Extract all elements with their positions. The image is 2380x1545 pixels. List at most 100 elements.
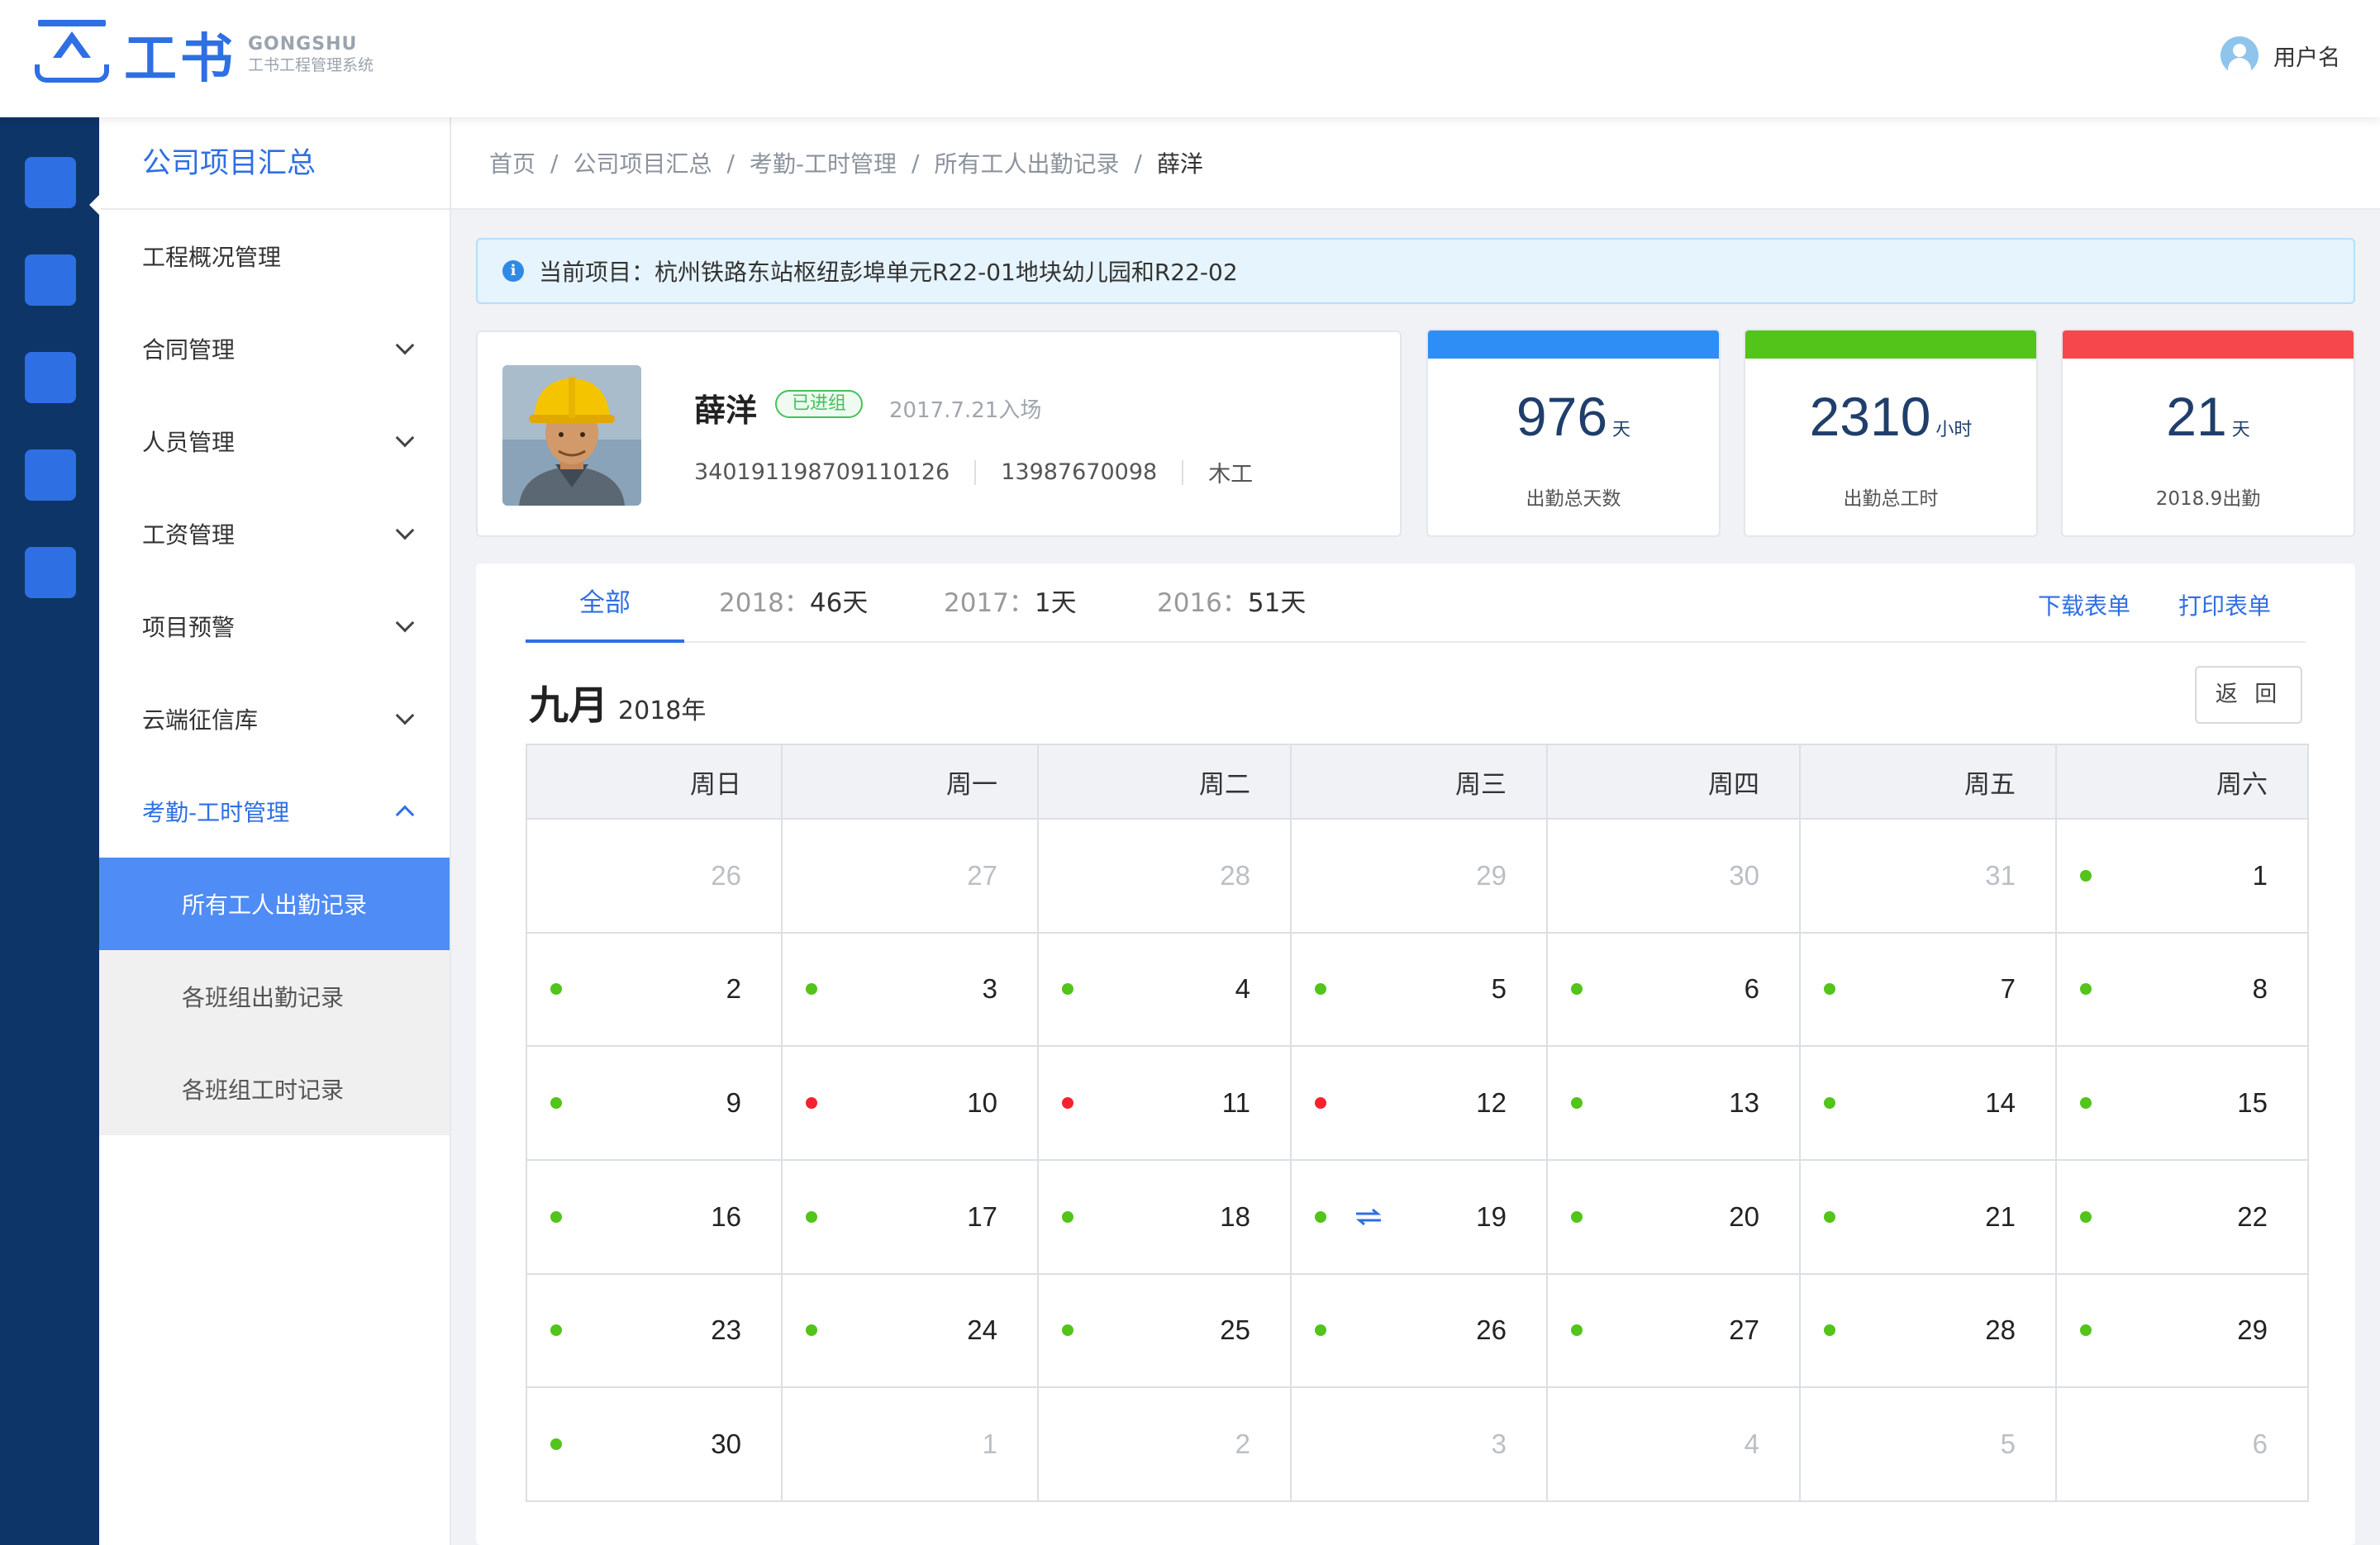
calendar-day-other-month[interactable]: 5: [1799, 1386, 2057, 1502]
back-button[interactable]: 返 回: [2195, 666, 2302, 724]
sidebar-item-label: 考勤-工时管理: [142, 799, 290, 826]
sidebar-item-label: 合同管理: [142, 336, 236, 364]
calendar-day[interactable]: 24: [781, 1272, 1039, 1389]
sidebar-item-attendance[interactable]: 考勤-工时管理: [99, 765, 450, 858]
sidebar-item-personnel[interactable]: 人员管理: [99, 395, 450, 487]
info-icon: i: [502, 260, 524, 282]
calendar-day[interactable]: 20: [1546, 1158, 1801, 1275]
calendar-day-other-month[interactable]: 27: [781, 818, 1039, 934]
tab-all[interactable]: 全部: [526, 563, 684, 643]
submenu-item-team-attendance[interactable]: 各班组出勤记录: [99, 950, 450, 1043]
calendar-day-other-month[interactable]: 2: [1037, 1386, 1292, 1502]
calendar-day[interactable]: 5: [1290, 931, 1548, 1048]
weekday-header: 周四: [1546, 744, 1801, 820]
day-number: 13: [1729, 1087, 1759, 1119]
calendar-day-other-month[interactable]: 28: [1037, 818, 1292, 934]
calendar-day[interactable]: 27: [1546, 1272, 1801, 1389]
tab-2017[interactable]: 2017：1天: [944, 563, 1077, 643]
present-dot: [1571, 1324, 1583, 1337]
rail-app-icon-4[interactable]: [25, 449, 76, 501]
chevron-down-icon: [395, 428, 415, 448]
calendar-day[interactable]: 19: [1290, 1158, 1548, 1275]
tab-2016[interactable]: 2016：51天: [1157, 563, 1306, 643]
calendar-day-other-month[interactable]: 6: [2055, 1386, 2309, 1502]
calendar-day[interactable]: 7: [1799, 931, 2057, 1048]
chevron-down-icon: [395, 613, 415, 633]
calendar-day[interactable]: 3: [781, 931, 1039, 1048]
day-number: 30: [1729, 859, 1759, 891]
day-number: 1: [982, 1429, 997, 1460]
rail-app-icon-3[interactable]: [25, 352, 76, 403]
sidebar-item-contracts[interactable]: 合同管理: [99, 302, 450, 395]
calendar-day[interactable]: 22: [2055, 1158, 2309, 1275]
breadcrumb-attendance[interactable]: 考勤-工时管理: [750, 146, 897, 179]
calendar-day-other-month[interactable]: 30: [1546, 818, 1801, 934]
brand-logo[interactable]: 工书 GONGSHU 工书工程管理系统: [35, 20, 374, 90]
calendar-day[interactable]: 26: [1290, 1272, 1548, 1389]
user-menu[interactable]: 用户名: [2221, 36, 2340, 74]
rail-app-icon-5[interactable]: [25, 547, 76, 598]
calendar-day[interactable]: 23: [526, 1272, 783, 1389]
day-number: 23: [711, 1314, 741, 1346]
present-dot: [2080, 983, 2092, 996]
calendar-day[interactable]: 21: [1799, 1158, 2057, 1275]
calendar-day[interactable]: 1: [2055, 818, 2309, 934]
day-number: 24: [967, 1314, 997, 1346]
day-number: 12: [1476, 1087, 1507, 1119]
calendar-day[interactable]: 17: [781, 1158, 1039, 1275]
calendar-day[interactable]: 18: [1037, 1158, 1292, 1275]
sidebar-item-project-overview[interactable]: 工程概况管理: [99, 210, 450, 302]
breadcrumb-company-projects[interactable]: 公司项目汇总: [573, 146, 712, 179]
present-dot: [2080, 1324, 2092, 1337]
stat-label: 出勤总天数: [1526, 488, 1621, 510]
calendar-day[interactable]: 11: [1037, 1045, 1292, 1161]
calendar-day[interactable]: 4: [1037, 931, 1292, 1048]
rail-app-icon-1[interactable]: [25, 157, 76, 208]
calendar-day[interactable]: 29: [2055, 1272, 2309, 1389]
top-header: 工书 GONGSHU 工书工程管理系统 用户名: [0, 0, 2380, 117]
present-dot: [1062, 983, 1073, 996]
calendar-year: 2018年: [618, 696, 707, 725]
calendar-day[interactable]: 9: [526, 1045, 783, 1161]
calendar-day[interactable]: 10: [781, 1045, 1039, 1161]
present-dot: [2080, 1097, 2092, 1110]
calendar-day[interactable]: 16: [526, 1158, 783, 1275]
sidebar-item-payroll[interactable]: 工资管理: [99, 487, 450, 580]
calendar-day[interactable]: 30: [526, 1386, 783, 1502]
day-number: 5: [2000, 1429, 2016, 1460]
calendar-day-other-month[interactable]: 4: [1546, 1386, 1801, 1502]
calendar-day-other-month[interactable]: 31: [1799, 818, 2057, 934]
breadcrumb-home[interactable]: 首页: [489, 146, 536, 179]
calendar-day-other-month[interactable]: 26: [526, 818, 783, 934]
calendar-day[interactable]: 15: [2055, 1045, 2309, 1161]
day-number: 3: [982, 973, 997, 1005]
attendance-panel: 全部 2018：46天 2017：1天 2016：51天 下载表单 打印表单 九…: [476, 563, 2355, 1545]
submenu-item-all-workers[interactable]: 所有工人出勤记录: [99, 858, 450, 950]
day-number: 1: [2252, 859, 2268, 891]
calendar-day[interactable]: 14: [1799, 1045, 2057, 1161]
calendar-day[interactable]: 12: [1290, 1045, 1548, 1161]
sidebar-item-credit-db[interactable]: 云端征信库: [99, 673, 450, 765]
download-form-link[interactable]: 下载表单: [2038, 563, 2130, 643]
calendar-day[interactable]: 25: [1037, 1272, 1292, 1389]
calendar-day[interactable]: 6: [1546, 931, 1801, 1048]
calendar-day[interactable]: 8: [2055, 931, 2309, 1048]
sidebar-title[interactable]: 公司项目汇总: [99, 117, 450, 210]
chevron-down-icon: [395, 521, 415, 540]
calendar-day[interactable]: 2: [526, 931, 783, 1048]
calendar-day[interactable]: 13: [1546, 1045, 1801, 1161]
present-dot: [2080, 869, 2092, 882]
sidebar-item-warnings[interactable]: 项目预警: [99, 580, 450, 673]
tab-2018[interactable]: 2018：46天: [719, 563, 868, 643]
breadcrumb-all-workers[interactable]: 所有工人出勤记录: [934, 146, 1119, 179]
print-form-link[interactable]: 打印表单: [2178, 563, 2271, 643]
calendar-day-other-month[interactable]: 29: [1290, 818, 1548, 934]
status-badge: 已进组: [775, 390, 864, 418]
calendar-day-other-month[interactable]: 3: [1290, 1386, 1548, 1502]
submenu-item-team-hours[interactable]: 各班组工时记录: [99, 1043, 450, 1135]
chevron-down-icon: [395, 335, 415, 355]
breadcrumb-current: 薛洋: [1156, 150, 1203, 178]
calendar-day[interactable]: 28: [1799, 1272, 2057, 1389]
calendar-day-other-month[interactable]: 1: [781, 1386, 1039, 1502]
rail-app-icon-2[interactable]: [25, 254, 76, 306]
